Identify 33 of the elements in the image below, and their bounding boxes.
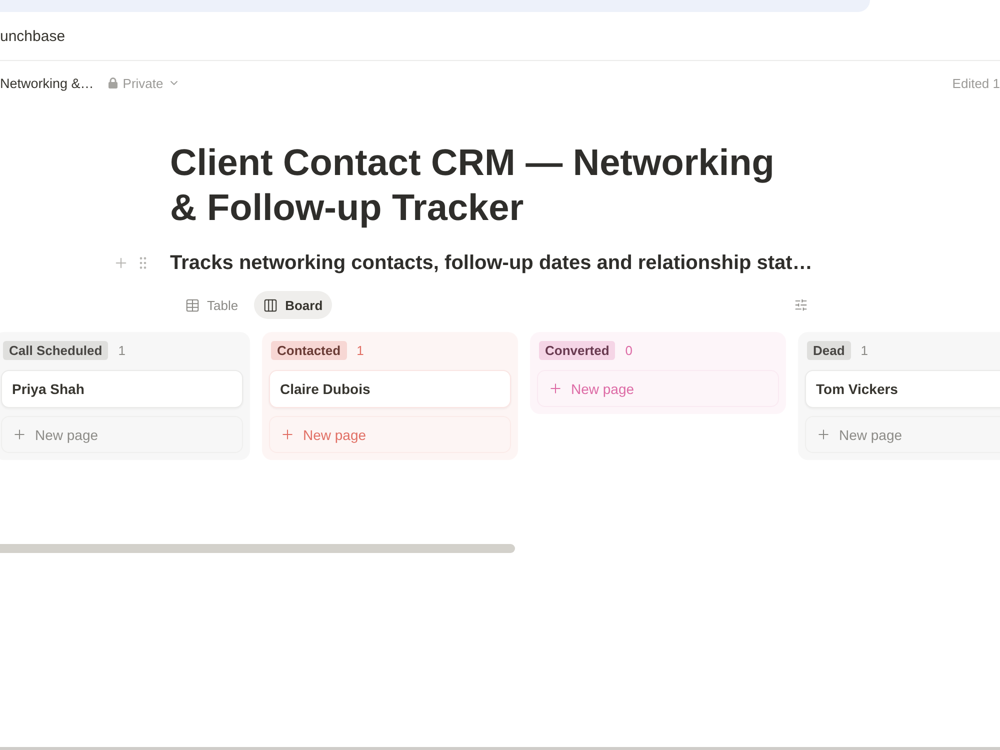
new-page-button[interactable]: New page	[537, 370, 779, 407]
contact-card[interactable]: Priya Shah	[1, 370, 243, 408]
edited-label: Edited 1	[952, 76, 1000, 90]
view-tab[interactable]: Table	[176, 291, 248, 319]
card-count: 1	[860, 342, 868, 358]
status-tag: Call Scheduled	[3, 340, 108, 360]
plus-icon	[280, 427, 295, 442]
table-icon	[185, 298, 200, 312]
privacy-button[interactable]: Private	[106, 76, 182, 90]
workspace-name: unchbase	[0, 28, 66, 44]
card-count: 0	[625, 342, 633, 358]
contact-card[interactable]: Tom Vickers	[805, 370, 1000, 408]
status-tag: Converted	[539, 340, 616, 360]
page-title: Client Contact CRM — Networking & Follow-up Tracker	[170, 141, 776, 230]
page-description: Tracks networking contacts, follow-up dates and relationship stat…	[170, 252, 812, 274]
new-page-button[interactable]: New page	[269, 416, 511, 453]
lock-icon	[108, 77, 118, 89]
board-icon	[263, 298, 278, 312]
status-tag: Dead	[807, 340, 851, 360]
plus-icon	[816, 427, 831, 442]
contact-card[interactable]: Claire Dubois	[269, 370, 511, 408]
plus-icon[interactable]	[113, 255, 129, 271]
status-tag: Contacted	[271, 340, 347, 360]
scrollbar-thumb[interactable]	[0, 544, 515, 553]
plus-icon	[12, 427, 27, 442]
card-count: 1	[118, 342, 126, 358]
view-tab[interactable]: Board	[254, 291, 332, 319]
breadcrumb-link[interactable]: Networking &…	[0, 76, 94, 90]
new-page-button[interactable]: New page	[1, 416, 243, 453]
card-count: 1	[356, 342, 364, 358]
sliders-icon[interactable]	[794, 298, 808, 312]
plus-icon	[548, 381, 563, 396]
new-page-button[interactable]: New page	[805, 416, 1000, 453]
